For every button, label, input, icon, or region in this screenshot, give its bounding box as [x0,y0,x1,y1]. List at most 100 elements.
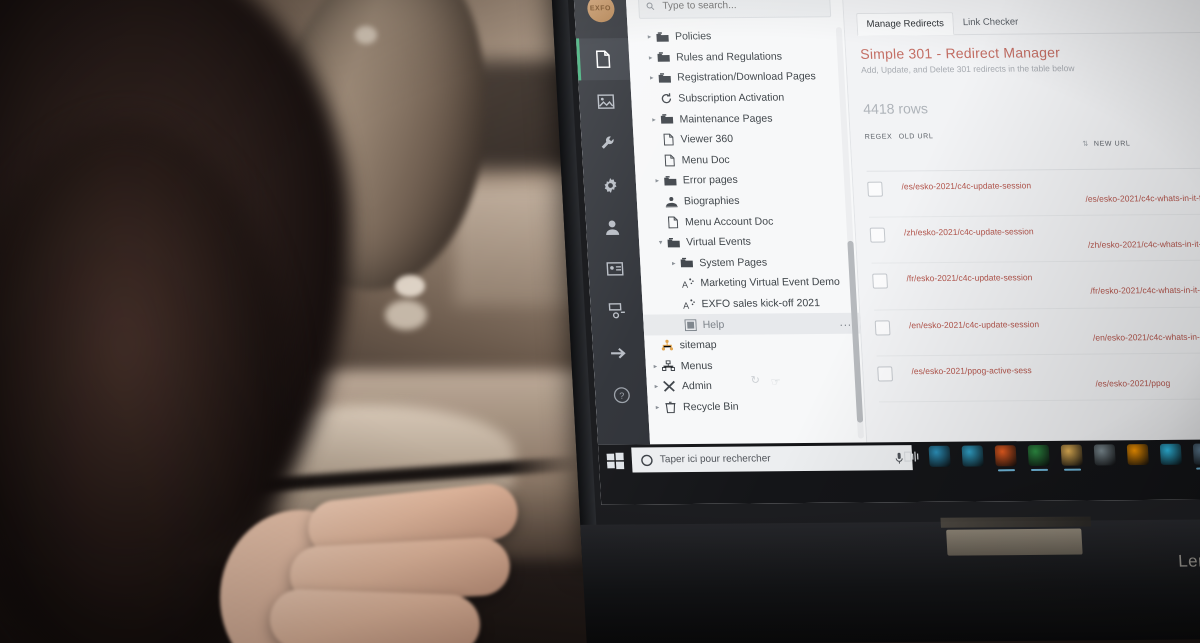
chevron-right-icon[interactable]: ▸ [651,383,662,391]
old-url-cell[interactable]: /es/esko-2021/ppog-active-sess [911,363,1095,378]
image-icon [596,93,615,109]
tree-node[interactable]: ▸ System Pages [640,251,857,273]
content-tree-panel: ▸ Policies ▸ Rules and Regulations ▸ Registra… [625,0,868,445]
tree-node[interactable]: Menu Doc [634,148,851,170]
folder-icon [679,258,695,269]
tree-node-label: Viewer 360 [680,133,734,146]
sidebar-item-help[interactable]: ? [594,373,648,415]
tab-link-checker[interactable]: Link Checker [953,12,1028,35]
tree-node[interactable]: ▸ Rules and Regulations [629,46,846,68]
chevron-right-icon[interactable]: ▸ [644,33,655,41]
reload-ghost-icon[interactable]: ↻ [750,374,760,387]
tree-node-label: Rules and Regulations [675,50,783,64]
sidebar-item-members[interactable] [587,248,641,290]
tab-manage-redirects[interactable]: Manage Redirects [856,12,955,36]
laptop-screen: cms-exfo.azurewebsites.net/umbraco/#/ Ap… [569,0,1200,505]
sidebar-item-content[interactable] [575,37,631,81]
old-url-cell[interactable]: /en/esko-2021/c4c-update-session [909,317,1093,332]
chevron-right-icon[interactable]: ▸ [650,362,661,370]
table-row[interactable]: /en/esko-2021/c4c-update-session/en/esko… [874,306,1200,357]
microsoft-edge-icon[interactable] [928,445,951,467]
node-actions-menu[interactable]: ... [839,317,852,329]
chevron-right-icon[interactable]: ▸ [646,74,657,82]
tree-node[interactable]: Help... [643,313,861,336]
column-header-old-url[interactable]: OLD URL [898,132,1083,141]
sort-arrows-icon[interactable]: ⇅ [1082,140,1089,148]
redirects-table: REGEXOLD URL⇅NEW URL⇅NOTE /es/esko-2021/… [864,125,1200,403]
regex-checkbox[interactable] [869,227,886,243]
tree-node[interactable]: ▸ Recycle Bin [648,395,865,417]
adobe-photoshop-icon[interactable] [1159,443,1182,465]
tree-node[interactable]: sitemap [644,334,861,356]
table-body: /es/esko-2021/c4c-update-session/es/esko… [866,168,1200,403]
column-header-new-url[interactable]: ⇅ NEW URL [1082,131,1200,148]
new-url-cell[interactable]: /zh/esko-2021/c4c-whats-in-it-for-me/ [1087,224,1200,252]
tree-node[interactable]: ▸ Maintenance Pages [632,107,849,129]
tree-node-label: Menus [680,359,713,372]
tree-node[interactable]: Viewer 360 [633,128,850,150]
tree-node[interactable]: ▸ Registration/Download Pages [630,66,847,88]
people-icon [664,196,680,207]
panel-title: Simple 301 - Redirect Manager [859,44,1061,62]
microphone-icon[interactable] [895,452,904,464]
svg-text:?: ? [619,390,625,400]
tree-node[interactable]: Menu Account Doc [637,210,854,232]
table-row[interactable]: /fr/esko-2021/c4c-update-session/fr/esko… [871,260,1200,311]
sidebar-item-forms[interactable] [590,290,644,332]
member-card-icon [605,262,624,276]
user-icon [606,220,620,235]
sidebar-item-settings[interactable] [581,122,635,164]
file-explorer-icon[interactable] [1060,444,1083,466]
new-url-cell[interactable]: /es/esko-2021/c4c-whats-in-it-for-me/ [1084,178,1200,206]
tree-node-label: Admin [681,380,713,393]
search-input[interactable] [660,0,823,13]
windows-start-icon[interactable] [606,452,625,470]
old-url-cell[interactable]: /es/esko-2021/c4c-update-session [901,179,1085,194]
chevron-right-icon[interactable]: ▸ [652,403,663,411]
folder-icon [656,52,672,63]
old-url-cell[interactable]: /fr/esko-2021/c4c-update-session [906,271,1090,286]
tree-node-label: Biographies [683,194,740,208]
chevron-right-icon[interactable]: ▸ [668,259,679,267]
tree-node[interactable]: A Marketing Virtual Event Demo [641,272,858,294]
column-header-regex[interactable]: REGEX [865,134,899,141]
new-url-cell[interactable]: /es/esko-2021/ppog [1094,362,1200,390]
table-row[interactable]: /es/esko-2021/c4c-update-session/es/esko… [866,168,1200,218]
old-url-cell[interactable]: /zh/esko-2021/c4c-update-session [904,225,1088,240]
chevron-right-icon[interactable]: ▸ [652,177,663,185]
screenshot-tool-icon[interactable] [1192,443,1200,465]
tree-node[interactable]: Subscription Activation [631,87,848,109]
tree-node-label: sitemap [679,339,717,352]
tree-node[interactable]: A EXFO sales kick-off 2021 [642,292,859,314]
taskbar-search[interactable]: Taper ici pour rechercher [631,445,913,473]
media-player-icon[interactable] [1093,444,1116,466]
sidebar-item-users[interactable] [585,206,639,248]
tree-node[interactable]: ▸ Error pages [635,169,852,191]
google-chrome-icon[interactable] [1027,444,1050,467]
sidebar-item-media[interactable] [578,80,632,122]
regex-checkbox[interactable] [867,181,884,197]
sidebar-item-packages[interactable] [592,332,646,374]
microsoft-edge-legacy-icon[interactable] [961,445,984,467]
tree-node[interactable]: Biographies [636,190,853,212]
chevron-right-icon[interactable]: ▸ [648,115,659,123]
sidebar-item-developer[interactable] [583,164,637,206]
regex-checkbox[interactable] [872,273,888,289]
chevron-right-icon[interactable]: ▸ [645,54,656,62]
tree-node[interactable]: ▾ Virtual Events [639,231,856,253]
table-row[interactable]: /zh/esko-2021/c4c-update-session/zh/esko… [869,214,1200,264]
regex-checkbox[interactable] [874,319,891,336]
avatar[interactable]: EXFO [586,0,615,23]
task-view-icon[interactable] [903,450,920,463]
column-header-label: OLD URL [898,133,934,141]
chevron-down-icon[interactable]: ▾ [655,239,666,247]
firefox-icon[interactable] [994,445,1017,467]
search-box[interactable] [637,0,832,19]
new-url-cell[interactable]: /fr/esko-2021/c4c-whats-in-it-for-me/ [1089,270,1200,298]
regex-checkbox[interactable] [877,366,893,382]
forms-icon [608,303,625,319]
new-url-cell[interactable]: /en/esko-2021/c4c-whats-in-it-for-me/ [1092,316,1200,344]
table-row[interactable]: /es/esko-2021/ppog-active-sess/es/esko-2… [876,352,1200,403]
tree-node[interactable]: ▸ Policies [627,25,844,47]
adobe-illustrator-icon[interactable] [1126,444,1149,466]
